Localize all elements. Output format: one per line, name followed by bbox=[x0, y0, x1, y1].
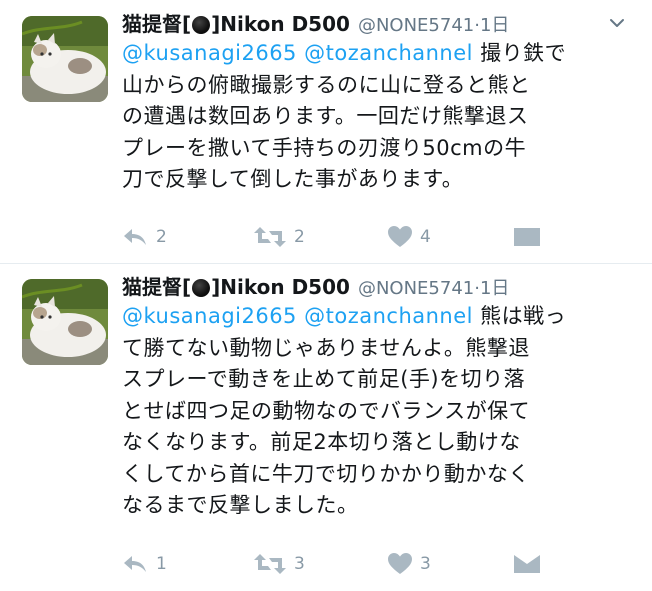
camera-lens-icon bbox=[192, 279, 211, 297]
retweet-button[interactable]: 3 bbox=[254, 549, 305, 579]
reply-count: 2 bbox=[156, 227, 167, 247]
display-name[interactable]: 猫提督[ ]Nikon D500 bbox=[122, 275, 350, 299]
heart-icon bbox=[388, 226, 412, 247]
display-name-prefix: 猫提督[ bbox=[122, 275, 192, 299]
user-handle[interactable]: @NONE5741 bbox=[358, 278, 474, 299]
mention-link[interactable]: @kusanagi2665 bbox=[122, 41, 297, 65]
display-name[interactable]: 猫提督[ ]Nikon D500 bbox=[122, 12, 350, 36]
avatar[interactable] bbox=[22, 279, 108, 365]
tweet-text: @kusanagi2665 @tozanchannel 撮り鉄で 山からの俯瞰撮… bbox=[122, 38, 622, 196]
tweet[interactable]: 猫提督[]Nikon D500 @NONE5741·1日 @kusanagi266… bbox=[0, 263, 652, 591]
reply-button[interactable]: 2 bbox=[122, 222, 167, 252]
envelope-icon bbox=[514, 555, 540, 573]
retweet-count: 3 bbox=[294, 554, 305, 574]
heart-icon bbox=[388, 553, 412, 574]
tweet-header: 猫提督[]Nikon D500 @NONE5741·1日 bbox=[122, 271, 632, 303]
tweet-actions: 2 2 4 bbox=[122, 222, 582, 252]
tweet[interactable]: 猫提督[]Nikon D500 @NONE5741·1日 @kusanagi266… bbox=[0, 0, 652, 263]
timestamp[interactable]: 1日 bbox=[480, 278, 509, 299]
camera-lens-icon bbox=[192, 16, 211, 34]
retweet-icon bbox=[254, 227, 286, 247]
envelope-icon bbox=[514, 228, 540, 246]
chevron-down-icon[interactable] bbox=[608, 14, 626, 32]
mention-link[interactable]: @tozanchannel bbox=[304, 41, 473, 65]
direct-message-button[interactable] bbox=[514, 222, 540, 252]
reply-button[interactable]: 1 bbox=[122, 549, 167, 579]
mention-link[interactable]: @tozanchannel bbox=[304, 304, 473, 328]
display-name-prefix: 猫提督[ bbox=[122, 12, 192, 36]
display-name-suffix: ]Nikon D500 bbox=[211, 275, 350, 299]
mention-link[interactable]: @kusanagi2665 bbox=[122, 304, 297, 328]
display-name-suffix: ]Nikon D500 bbox=[211, 12, 350, 36]
tweet-text: @kusanagi2665 @tozanchannel 熊は戦っ て勝てない動物… bbox=[122, 301, 622, 522]
tweet-header: 猫提督[]Nikon D500 @NONE5741·1日 bbox=[122, 8, 632, 40]
direct-message-button[interactable] bbox=[514, 549, 540, 579]
retweet-icon bbox=[254, 554, 286, 574]
like-button[interactable]: 3 bbox=[388, 549, 431, 579]
retweet-count: 2 bbox=[294, 227, 305, 247]
reply-icon bbox=[124, 556, 146, 572]
tweet-text-body: 熊は戦っ て勝てない動物じゃありませんよ。熊撃退 スプレーで動きを止めて前足(手… bbox=[122, 304, 567, 517]
like-count: 3 bbox=[420, 554, 431, 574]
like-button[interactable]: 4 bbox=[388, 222, 431, 252]
tweet-actions: 1 3 3 bbox=[122, 549, 582, 579]
retweet-button[interactable]: 2 bbox=[254, 222, 305, 252]
avatar[interactable] bbox=[22, 16, 108, 102]
timestamp[interactable]: 1日 bbox=[480, 15, 509, 36]
reply-count: 1 bbox=[156, 554, 167, 574]
like-count: 4 bbox=[420, 227, 431, 247]
reply-icon bbox=[124, 229, 146, 245]
user-handle[interactable]: @NONE5741 bbox=[358, 15, 474, 36]
